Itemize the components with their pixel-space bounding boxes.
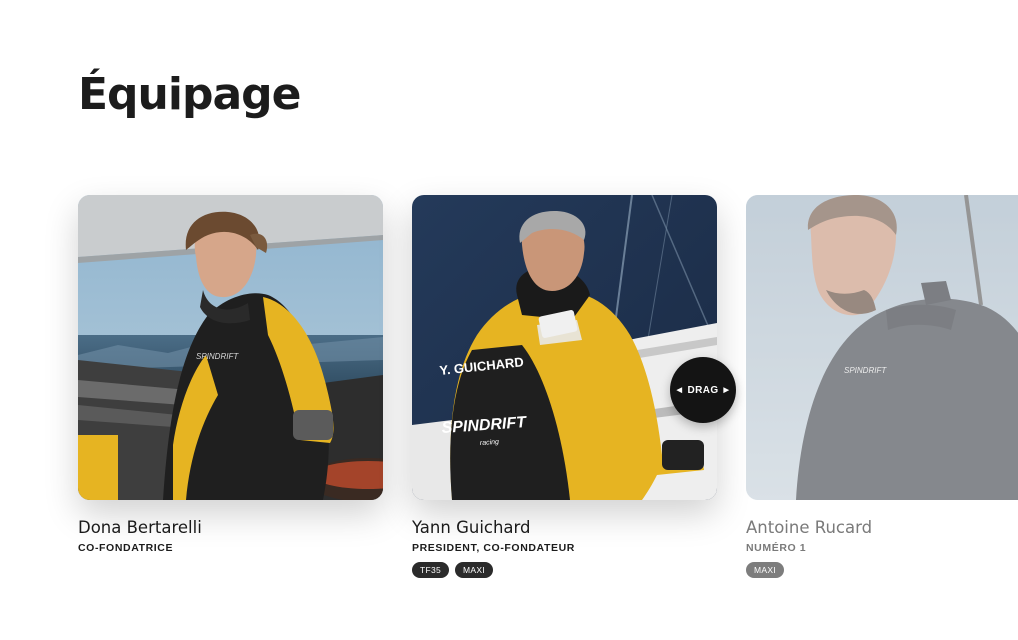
jacket-logo-sub: racing (480, 439, 500, 447)
crew-tags: TF35 MAXI (412, 562, 717, 578)
tag-maxi: MAXI (746, 562, 784, 578)
chevron-left-icon: ◀ (676, 387, 683, 394)
crew-role: NUMÉRO 1 (746, 542, 807, 554)
section-title: Équipage (78, 69, 301, 120)
crew-photo-image: SPINDRIFT (746, 195, 1018, 500)
crew-role: PRESIDENT, CO-FONDATEUR (412, 542, 575, 554)
jacket-print: SPINDRIFT (196, 352, 239, 361)
crew-name: Dona Bertarelli (78, 518, 202, 537)
crew-photo: Y. GUICHARD SPINDRIFT racing (412, 195, 717, 500)
crew-role: CO-FONDATRICE (78, 542, 174, 554)
crew-photo-image: Y. GUICHARD SPINDRIFT racing (412, 195, 717, 500)
crew-tags: MAXI (746, 562, 1018, 578)
crew-page: Équipage SPINDRIFT Dona Bertarelli CO-FO… (0, 0, 1018, 640)
jacket-print: SPINDRIFT (844, 366, 887, 375)
tag-maxi: MAXI (455, 562, 494, 578)
chevron-right-icon: ▶ (723, 387, 730, 394)
drag-cursor[interactable]: ◀ DRAG ▶ (670, 357, 736, 423)
crew-photo-image: SPINDRIFT (78, 195, 383, 500)
crew-card-antoine-rucard[interactable]: SPINDRIFT Antoine Rucard NUMÉRO 1 MAXI (746, 195, 1018, 578)
crew-photo: SPINDRIFT (746, 195, 1018, 500)
crew-card-dona-bertarelli[interactable]: SPINDRIFT Dona Bertarelli CO-FONDATRICE (78, 195, 383, 554)
drag-label: DRAG (687, 384, 719, 396)
crew-carousel[interactable]: SPINDRIFT Dona Bertarelli CO-FONDATRICE (0, 195, 1018, 615)
crew-photo: SPINDRIFT (78, 195, 383, 500)
tag-tf35: TF35 (412, 562, 450, 578)
crew-name: Antoine Rucard (746, 518, 873, 537)
crew-name: Yann Guichard (412, 518, 531, 537)
